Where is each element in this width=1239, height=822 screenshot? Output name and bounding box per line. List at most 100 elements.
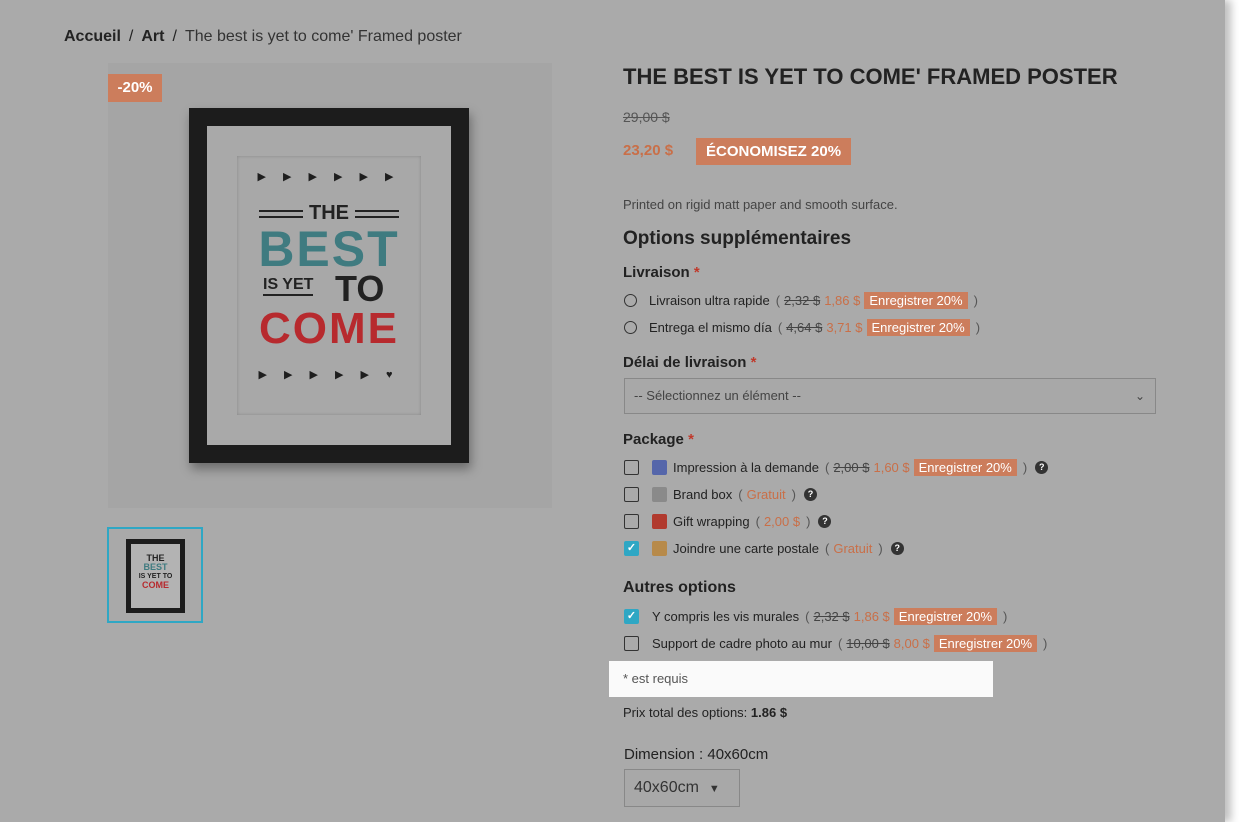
option-name: Brand box bbox=[673, 486, 733, 502]
package-option-3[interactable]: Gift wrapping ( 2,00 $ ) ? bbox=[624, 511, 832, 531]
caret-down-icon: ▼ bbox=[708, 783, 720, 795]
package-option-2[interactable]: Brand box ( Gratuit ) ? bbox=[624, 484, 817, 504]
option-new-price: 3,71 $ bbox=[826, 319, 863, 335]
option-new-price: 1,86 $ bbox=[824, 292, 861, 308]
paren-open: ( bbox=[777, 319, 783, 335]
livraison-option-1[interactable]: Livraison ultra rapide ( 2,32 $ 1,86 $ E… bbox=[624, 290, 978, 310]
thumbnail-come: COME bbox=[142, 580, 169, 590]
poster-artwork: ▶ ▶ ▶ ▶ ▶ ▶ THE BEST IS YET TO COME ▶ ▶ … bbox=[237, 156, 421, 415]
product-thumbnail[interactable]: THE BEST IS YET TO COME bbox=[107, 527, 203, 623]
autres-option-2[interactable]: Support de cadre photo au mur ( 10,00 $ … bbox=[624, 633, 1047, 653]
thumbnail-frame: THE BEST IS YET TO COME bbox=[126, 539, 185, 613]
checkbox[interactable] bbox=[624, 486, 639, 502]
option-new-price: 1,60 $ bbox=[873, 459, 910, 475]
option-old-price: 2,32 $ bbox=[813, 608, 850, 624]
paren-open: ( bbox=[805, 608, 810, 624]
option-name: Gift wrapping bbox=[673, 513, 750, 529]
paren-close: ) bbox=[973, 292, 978, 308]
option-name: Joindre une carte postale bbox=[673, 540, 819, 556]
poster-mat: ▶ ▶ ▶ ▶ ▶ ▶ THE BEST IS YET TO COME ▶ ▶ … bbox=[207, 126, 451, 445]
postcard-icon bbox=[652, 540, 667, 556]
art-isyet: IS YET bbox=[263, 276, 314, 296]
delai-label: Délai de livraison * bbox=[623, 354, 757, 371]
option-old-price: 10,00 $ bbox=[846, 635, 890, 651]
radio-button[interactable] bbox=[624, 293, 637, 307]
thumbnail-artwork: THE BEST IS YET TO COME bbox=[131, 544, 180, 608]
option-old-price: 2,00 $ bbox=[833, 459, 870, 475]
option-name: Impression à la demande bbox=[673, 459, 819, 475]
product-title: THE BEST IS YET TO COME' FRAMED POSTER bbox=[623, 64, 1118, 89]
checkbox-checked[interactable]: ✓ bbox=[624, 540, 639, 556]
option-new-price: 2,00 $ bbox=[763, 513, 801, 529]
box-icon bbox=[652, 486, 667, 502]
delai-select[interactable]: -- Sélectionnez un élément -- ⌄ bbox=[624, 378, 1156, 414]
art-arrows-top: ▶ ▶ ▶ ▶ ▶ ▶ bbox=[257, 171, 401, 183]
options-total: Prix total des options: 1.86 $ bbox=[623, 705, 787, 720]
regular-price: 29,00 $ bbox=[623, 109, 670, 125]
art-come: COME bbox=[259, 304, 399, 353]
breadcrumb: Accueil / Art / The best is yet to come' Fra… bbox=[64, 28, 462, 46]
dimension-label: Dimension : 40x60cm bbox=[624, 746, 769, 763]
product-description: Printed on rigid matt paper and smooth s… bbox=[623, 197, 898, 212]
radio-button[interactable] bbox=[624, 320, 637, 334]
paren-open: ( bbox=[824, 459, 830, 475]
option-name: Y compris les vis murales bbox=[652, 608, 800, 624]
checkbox[interactable] bbox=[624, 635, 639, 651]
paren-open: ( bbox=[738, 486, 743, 502]
help-icon[interactable]: ? bbox=[1035, 460, 1049, 474]
options-heading: Options supplémentaires bbox=[623, 228, 852, 249]
package-option-1[interactable]: Impression à la demande ( 2,00 $ 1,60 $ … bbox=[624, 457, 1049, 477]
paren-close: ) bbox=[975, 319, 981, 335]
autres-option-1[interactable]: ✓ Y compris les vis murales ( 2,32 $ 1,8… bbox=[624, 606, 1007, 626]
paren-open: ( bbox=[824, 540, 830, 556]
checkbox[interactable] bbox=[624, 459, 639, 475]
options-total-value: 1.86 $ bbox=[750, 705, 788, 720]
poster-frame: ▶ ▶ ▶ ▶ ▶ ▶ THE BEST IS YET TO COME ▶ ▶ … bbox=[189, 108, 469, 463]
option-new-price: 8,00 $ bbox=[893, 635, 930, 651]
package-option-4[interactable]: ✓ Joindre une carte postale ( Gratuit ) … bbox=[624, 538, 904, 558]
option-name: Livraison ultra rapide bbox=[649, 292, 770, 308]
checkbox[interactable] bbox=[624, 513, 639, 529]
breadcrumb-separator: / bbox=[172, 28, 177, 45]
checkbox-checked[interactable]: ✓ bbox=[624, 608, 639, 624]
option-old-price: 4,64 $ bbox=[786, 319, 823, 335]
options-total-label: Prix total des options: bbox=[623, 705, 748, 720]
paren-close: ) bbox=[791, 486, 796, 502]
chevron-down-icon: ⌄ bbox=[1134, 389, 1145, 403]
help-icon[interactable]: ? bbox=[890, 541, 904, 555]
breadcrumb-current: The best is yet to come' Framed poster bbox=[184, 28, 462, 45]
dimension-select[interactable]: 40x60cm ▼ bbox=[624, 769, 740, 807]
option-new-price: Gratuit bbox=[833, 540, 873, 556]
paren-close: ) bbox=[1043, 635, 1048, 651]
option-save-tag: Enregistrer 20% bbox=[893, 607, 998, 625]
option-new-price: Gratuit bbox=[746, 486, 786, 502]
option-save-tag: Enregistrer 20% bbox=[864, 291, 968, 309]
option-new-price: 1,86 $ bbox=[853, 608, 890, 624]
option-name: Support de cadre photo au mur bbox=[652, 635, 832, 651]
paren-open: ( bbox=[755, 513, 760, 529]
product-page: Accueil / Art / The best is yet to come' Fra… bbox=[0, 0, 1225, 822]
breadcrumb-home-link[interactable]: Accueil bbox=[64, 28, 121, 45]
paren-open: ( bbox=[837, 635, 843, 651]
paren-close: ) bbox=[1022, 459, 1028, 475]
package-label: Package * bbox=[623, 431, 694, 448]
printer-icon bbox=[652, 459, 667, 475]
paren-close: ) bbox=[806, 513, 811, 529]
art-arrows-bottom: ▶ ▶ ▶ ▶ ▶ ♥ bbox=[258, 369, 400, 381]
breadcrumb-category-link[interactable]: Art bbox=[141, 28, 164, 45]
help-icon[interactable]: ? bbox=[818, 514, 832, 528]
livraison-label: Livraison * bbox=[623, 264, 700, 281]
breadcrumb-separator: / bbox=[128, 28, 134, 45]
discount-flag: -20% bbox=[108, 74, 162, 102]
option-save-tag: Enregistrer 20% bbox=[933, 634, 1038, 652]
select-placeholder: -- Sélectionnez un élément -- bbox=[634, 388, 801, 403]
option-name: Entrega el mismo día bbox=[649, 319, 772, 335]
paren-close: ) bbox=[878, 540, 883, 556]
livraison-option-2[interactable]: Entrega el mismo día ( 4,64 $ 3,71 $ Enr… bbox=[624, 317, 980, 337]
help-icon[interactable]: ? bbox=[803, 487, 817, 501]
current-price: 23,20 $ bbox=[623, 142, 674, 159]
thumbnail-best: BEST bbox=[143, 562, 168, 572]
option-save-tag: Enregistrer 20% bbox=[866, 318, 970, 336]
option-save-tag: Enregistrer 20% bbox=[913, 458, 1017, 476]
product-cover-image[interactable]: -20% ▶ ▶ ▶ ▶ ▶ ▶ THE BEST IS YET TO COME… bbox=[108, 63, 552, 508]
